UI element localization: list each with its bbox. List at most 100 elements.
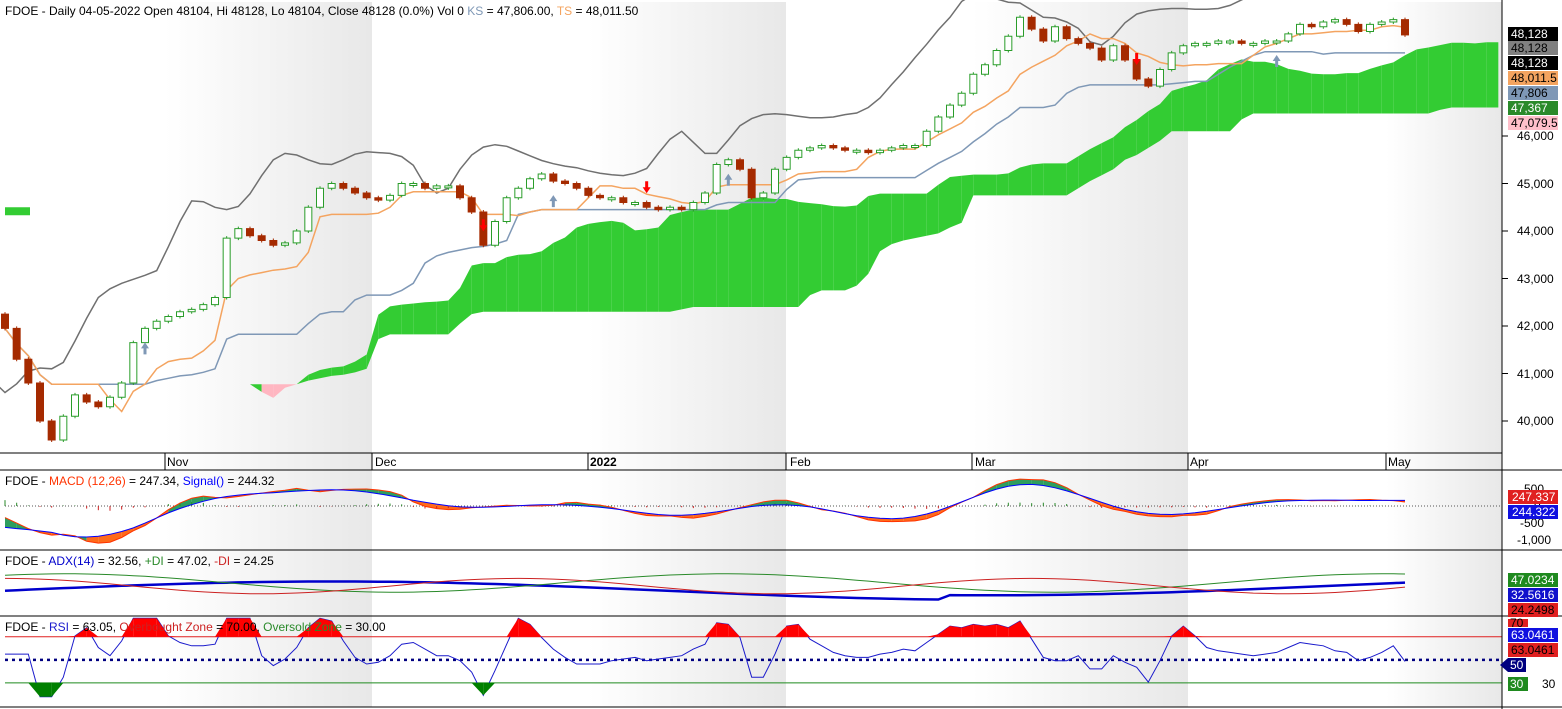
cloud-segment (1300, 70, 1312, 114)
cloud-segment (1393, 55, 1405, 114)
cloud-segment (565, 227, 577, 312)
candle-body (1051, 26, 1059, 42)
candle-body (689, 202, 698, 211)
candle-body (1109, 45, 1118, 61)
candle-body (456, 185, 464, 199)
plus-di-badge: 47.0234 (1508, 573, 1558, 587)
price-tick-40000: 40,000 (1517, 414, 1554, 428)
candle-body (24, 358, 33, 384)
candle-body (491, 221, 499, 246)
cloud-segment (763, 197, 775, 307)
price-badge-text: 47,367 (1511, 101, 1548, 115)
rsi-header: FDOE - RSI = 63.05, Overbought Zone = 70… (5, 620, 386, 634)
candle-body (1, 313, 9, 329)
cloud-segment (1043, 163, 1055, 196)
month-label-2022: 2022 (590, 455, 617, 469)
cloud-segment (1428, 45, 1440, 114)
candle-body (572, 183, 581, 189)
cloud-segment (880, 193, 892, 252)
month-band (165, 2, 372, 707)
month-band (588, 2, 786, 707)
candle-body (94, 401, 103, 408)
rsi-value-badge-text: 63.0461 (1511, 628, 1555, 642)
signal-badge: 244.322 (1508, 505, 1558, 519)
candle-body (211, 297, 219, 306)
cloud-segment (541, 242, 554, 312)
candle-body (1062, 26, 1071, 40)
candle-body (747, 168, 756, 199)
rsi-overbought-fill (716, 622, 729, 637)
candle-body (397, 183, 406, 196)
cloud-segment (600, 220, 612, 312)
month-label-nov: Nov (167, 455, 188, 469)
candle-body (292, 230, 301, 244)
candle-body (1039, 28, 1048, 42)
cloud-segment (1440, 42, 1452, 110)
candle-body (246, 228, 254, 237)
price-badge: 48,128 (1508, 41, 1558, 55)
cloud-segment (1475, 42, 1487, 108)
rsi-overbought-fill (938, 626, 950, 637)
price-badge: 47,079.5 (1508, 116, 1558, 130)
rsi-oversold-fill (471, 682, 484, 696)
cloud-segment (588, 222, 600, 312)
cloud-segment (506, 254, 519, 312)
cloud-segment (646, 227, 659, 312)
candle-body (1284, 33, 1293, 42)
candle-body (911, 145, 919, 148)
candle-body (899, 145, 908, 149)
candle-body (1249, 42, 1258, 46)
candle-body (1307, 23, 1316, 28)
cloud-segment (798, 201, 810, 307)
cloud-segment (1230, 59, 1242, 132)
candle-body (946, 104, 954, 118)
candle-body (1272, 40, 1281, 44)
candle-body (1237, 40, 1246, 44)
candle-body (712, 164, 721, 194)
rsi-overbought-fill (985, 624, 997, 637)
month-label-feb: Feb (790, 455, 811, 469)
cloud-segment (1311, 73, 1324, 114)
cloud-segment (471, 263, 484, 315)
cloud-segment (693, 209, 705, 307)
cloud-segment (1101, 137, 1114, 176)
candle-body (957, 92, 966, 106)
cloud-segment (1171, 87, 1184, 132)
candle-body (1319, 21, 1328, 28)
cloud-segment (1416, 47, 1429, 114)
cloud-segment (1323, 74, 1335, 114)
cloud-segment (1020, 164, 1032, 196)
candle-body (47, 420, 56, 441)
candle-body (502, 197, 511, 222)
cloud-segment (518, 254, 530, 312)
value-badges: 48,12848,12848,12848,011.547,80647,36747… (1508, 27, 1558, 130)
candle-body (269, 240, 278, 246)
candle-body (106, 396, 114, 408)
candle-body (1296, 23, 1304, 35)
candle-body (794, 149, 803, 158)
candle-body (339, 183, 348, 189)
chart-root: 48,128 48,128 48,128 48,011.5 47,806 47,367 47… (0, 0, 1562, 709)
cloud-segment (1265, 61, 1277, 114)
candle-body (607, 197, 616, 201)
price-badge: 47,806 (1508, 86, 1558, 100)
candle-body (549, 173, 558, 182)
cloud-segment (728, 203, 740, 307)
buy-arrow-icon (549, 195, 558, 208)
rsi-30-badge: 30 (1508, 677, 1528, 691)
cloud-segment (1370, 65, 1382, 114)
candle-body (596, 194, 604, 199)
candle-body (526, 178, 534, 189)
cloud-segment (553, 237, 565, 312)
cloud-segment (658, 214, 670, 312)
candle-body (234, 228, 243, 239)
cloud-segment (1090, 143, 1102, 182)
price-badge-text: 47,079.5 (1511, 116, 1558, 130)
cloud-segment (926, 184, 939, 236)
candle-body (561, 180, 569, 184)
candle-body (736, 159, 744, 170)
cloud-segment (623, 222, 635, 312)
price-tick-41000: 41,000 (1517, 367, 1554, 381)
candle-body (841, 147, 849, 151)
candle-body (1331, 19, 1339, 23)
